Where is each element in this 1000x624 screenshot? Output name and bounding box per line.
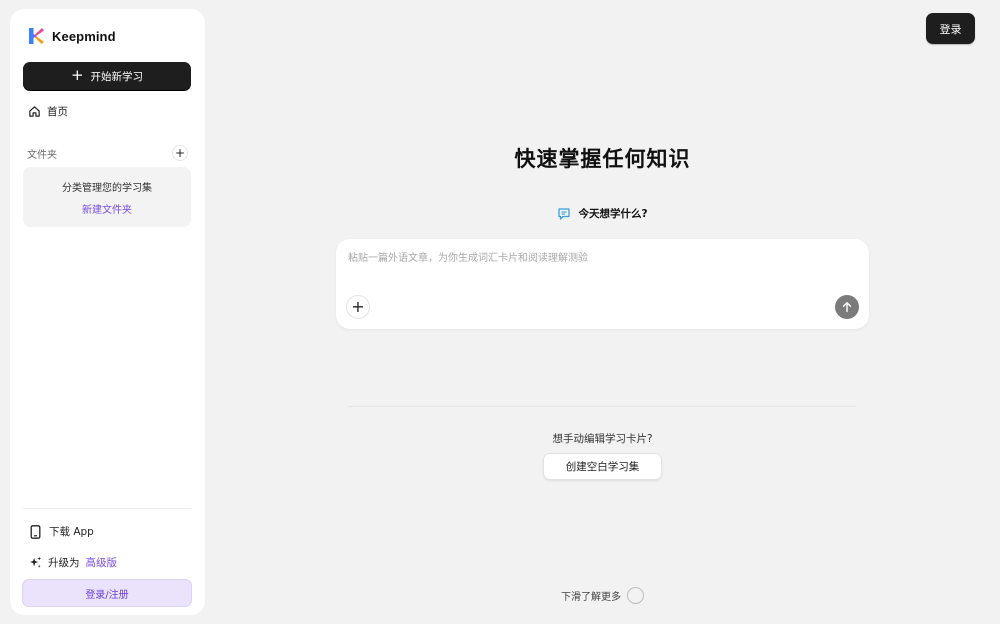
sparkle-icon (29, 556, 42, 568)
main-divider (348, 406, 856, 407)
sidebar-item-home[interactable]: 首页 (28, 104, 68, 119)
plus-icon: + (70, 66, 84, 84)
scroll-circle-icon (627, 587, 644, 604)
phone-icon (30, 524, 41, 539)
manual-edit-question: 想手动编辑学习卡片? (552, 433, 653, 445)
brand-name: Keepmind (52, 28, 116, 44)
sidebar-item-home-label: 首页 (47, 106, 68, 118)
start-new-study-button[interactable]: + 开始新学习 (23, 62, 191, 90)
folders-hint: 分类管理您的学习集 (62, 183, 152, 194)
folders-empty-state: 分类管理您的学习集 新建文件夹 (23, 167, 191, 227)
login-button[interactable]: 登录 (926, 13, 975, 44)
folders-header: 文件夹 + (27, 145, 188, 161)
keepmind-logo-icon (29, 28, 44, 44)
scroll-more-label: 下滑了解更多 (561, 592, 621, 603)
prompt-question: 今天想学什么? (336, 206, 869, 221)
download-app-label: 下载 App (49, 526, 94, 538)
upgrade-link[interactable]: 升级为 高级版 (29, 555, 117, 570)
brand[interactable]: Keepmind (26, 25, 116, 47)
page-title: 快速掌握任何知识 (514, 146, 691, 171)
attach-button[interactable]: + (346, 295, 370, 319)
scroll-more-hint[interactable]: 下滑了解更多 (561, 587, 644, 604)
create-blank-set-button[interactable]: 创建空白学习集 (543, 453, 662, 480)
sidebar: Keepmind + 开始新学习 首页 文件夹 + 分类管理您的学习集 新建文件… (10, 9, 205, 615)
login-register-button[interactable]: 登录/注册 (22, 579, 192, 607)
prompt-question-text: 今天想学什么? (578, 208, 648, 220)
new-folder-link[interactable]: 新建文件夹 (23, 201, 191, 216)
sidebar-divider (23, 508, 191, 509)
chat-bubble-icon (558, 207, 571, 220)
composer: + (336, 239, 869, 329)
start-new-study-label: 开始新学习 (90, 70, 144, 83)
add-folder-button[interactable]: + (172, 145, 188, 161)
home-icon (29, 106, 40, 117)
article-input[interactable] (348, 249, 848, 267)
download-app-link[interactable]: 下载 App (30, 524, 94, 539)
send-button[interactable] (835, 295, 859, 319)
upgrade-prefix: 升级为 (48, 557, 80, 569)
arrow-up-icon (842, 302, 852, 313)
folders-title: 文件夹 (27, 149, 57, 161)
upgrade-pro-label: 高级版 (85, 557, 118, 569)
